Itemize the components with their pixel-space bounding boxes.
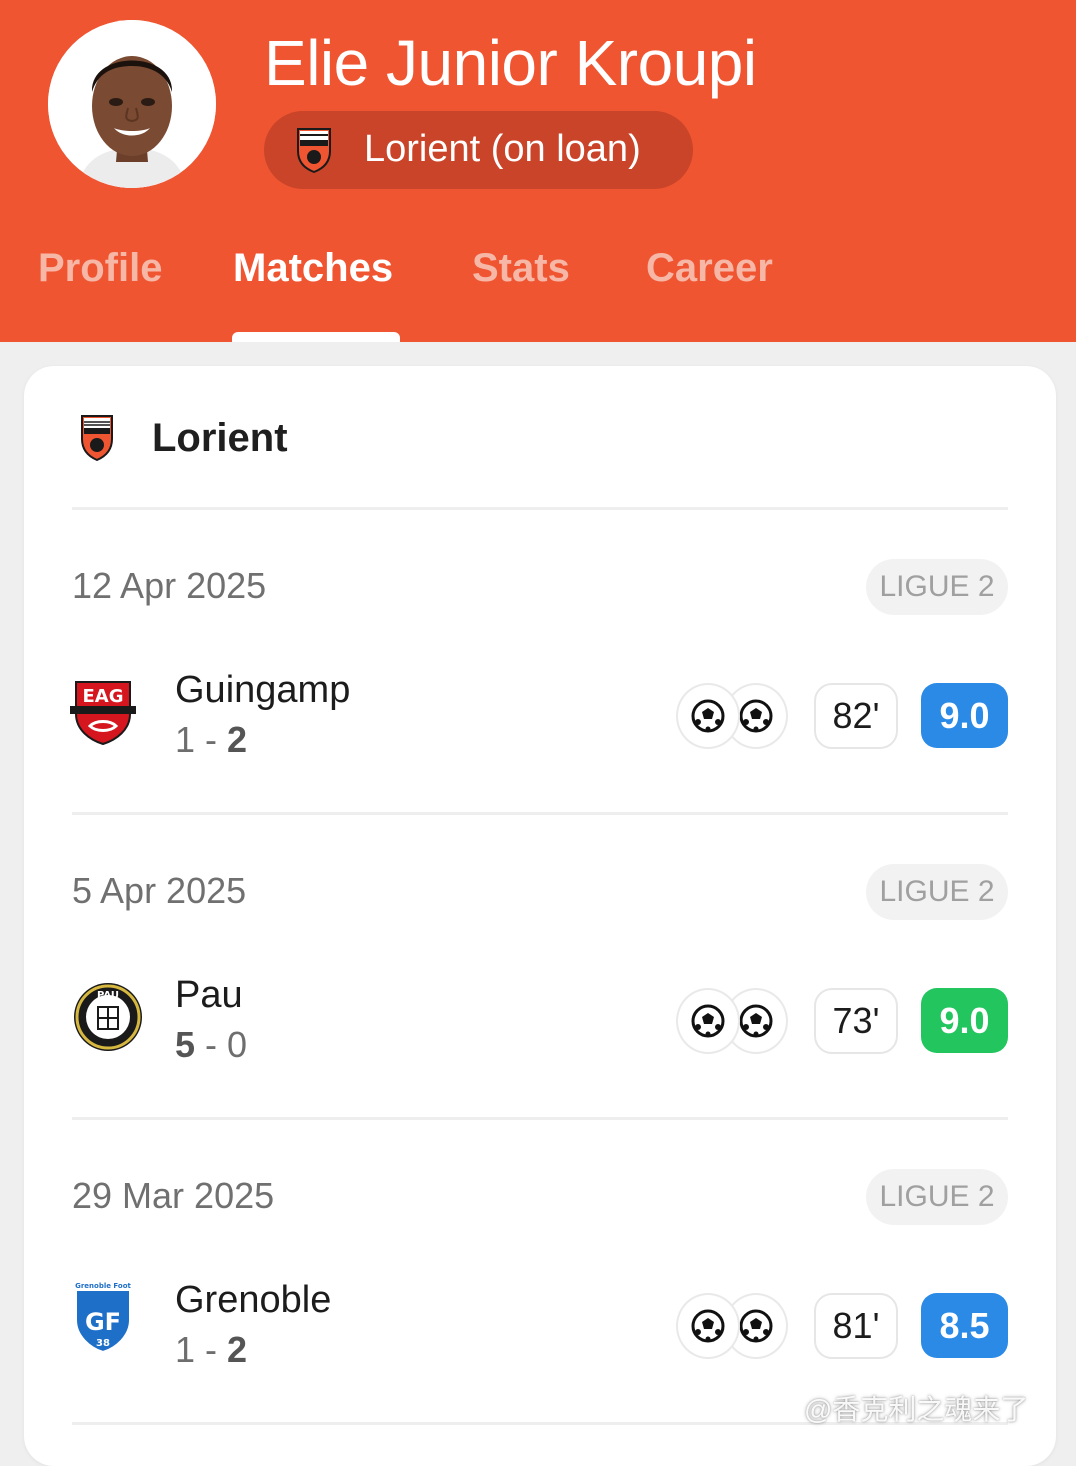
soccer-ball-icon (676, 1293, 740, 1359)
pau-crest-icon: PAU (70, 983, 144, 1058)
match-date: 29 Mar 2025 (72, 1175, 275, 1216)
matches-card: Lorient 12 Apr 2025 LIGUE 2 EAG Guingamp… (24, 366, 1056, 1466)
team-chip[interactable]: Lorient (on loan) (264, 111, 693, 189)
rating-badge: 9.0 (921, 683, 1008, 748)
match-row[interactable]: 29 Mar 2025 LIGUE 2 Grenoble Foot GF 38 … (24, 1119, 1056, 1424)
league-badge: LIGUE 2 (866, 864, 1008, 920)
rating-badge: 9.0 (921, 988, 1008, 1053)
watermark: @香克利之魂来了 (804, 1394, 1029, 1425)
tab-matches[interactable]: Matches (233, 246, 393, 291)
goals-indicator (676, 1293, 788, 1359)
opponent-name: Grenoble (175, 1279, 332, 1321)
match-score: 5 - 0 (175, 1024, 248, 1065)
match-row[interactable]: 12 Apr 2025 LIGUE 2 EAG Guingamp 1 - 2 8… (24, 509, 1056, 814)
match-score: 1 - 2 (175, 1329, 248, 1370)
tab-profile[interactable]: Profile (38, 246, 162, 291)
match-score: 1 - 2 (175, 719, 248, 760)
team-section-title: Lorient (152, 416, 288, 460)
svg-text:PAU: PAU (97, 990, 119, 1001)
soccer-ball-icon (676, 988, 740, 1054)
lorient-crest-icon (296, 125, 332, 178)
player-name: Elie Junior Kroupi (264, 27, 757, 99)
minutes-played: 81' (814, 1293, 898, 1359)
svg-text:Grenoble Foot: Grenoble Foot (75, 1282, 131, 1290)
team-chip-label: Lorient (on loan) (364, 128, 641, 170)
goals-indicator (676, 988, 788, 1054)
opponent-name: Guingamp (175, 669, 351, 711)
goals-indicator (676, 683, 788, 749)
player-avatar (48, 20, 216, 188)
player-header: Elie Junior Kroupi Lorient (on loan) Pro… (0, 0, 1076, 342)
league-badge: LIGUE 2 (866, 1169, 1008, 1225)
grenoble-crest-icon: Grenoble Foot GF 38 (70, 1282, 136, 1359)
minutes-played: 73' (814, 988, 898, 1054)
opponent-name: Pau (175, 974, 243, 1016)
match-date: 12 Apr 2025 (72, 565, 267, 606)
league-badge: LIGUE 2 (866, 559, 1008, 615)
match-date: 5 Apr 2025 (72, 870, 247, 911)
active-tab-indicator (232, 332, 400, 342)
minutes-played: 82' (814, 683, 898, 749)
lorient-crest-icon (80, 413, 114, 466)
tab-stats[interactable]: Stats (472, 246, 570, 291)
tab-career[interactable]: Career (646, 246, 773, 291)
svg-text:GF: GF (85, 1308, 121, 1336)
svg-text:EAG: EAG (82, 686, 123, 707)
svg-text:38: 38 (96, 1338, 110, 1349)
rating-badge: 8.5 (921, 1293, 1008, 1358)
soccer-ball-icon (676, 683, 740, 749)
guingamp-crest-icon: EAG (70, 680, 136, 751)
match-row[interactable]: 5 Apr 2025 LIGUE 2 PAU Pau 5 - 0 73' 9.0 (24, 814, 1056, 1119)
